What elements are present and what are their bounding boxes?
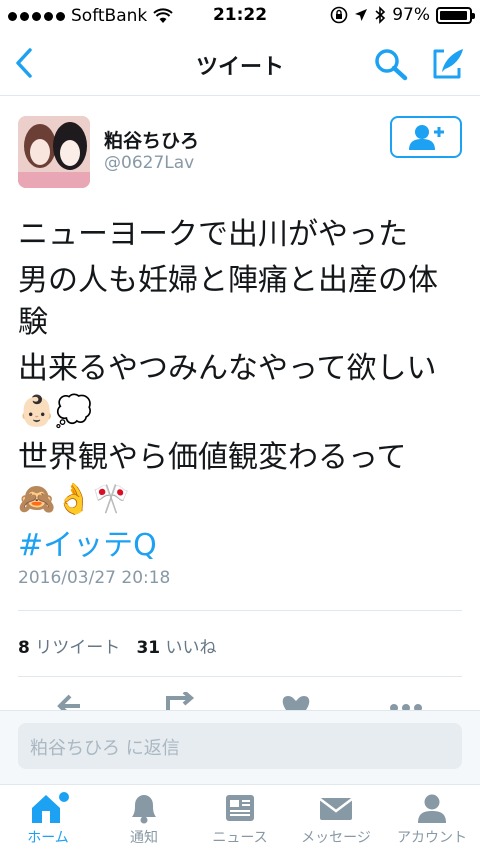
orientation-lock-icon: [330, 6, 348, 24]
like-count: 31: [136, 638, 161, 658]
location-icon: [355, 9, 368, 21]
tweet-line: 世界観やら価値観変わるって 🙈👌🎌: [18, 437, 462, 522]
tweet-line: ニューヨークで出川がやった: [18, 217, 408, 252]
add-user-icon: [409, 125, 444, 150]
tweet-text: ニューヨークで出川がやった 男の人も妊婦と陣痛と出産の体験 出来るやつみんなやっ…: [18, 214, 462, 571]
tab-home[interactable]: ホーム: [0, 791, 96, 847]
tab-messages[interactable]: メッセージ: [288, 791, 384, 847]
tweet-line: 男の人も妊婦と陣痛と出産の体験: [18, 263, 438, 340]
reply-icon[interactable]: [52, 692, 92, 712]
search-icon[interactable]: [372, 46, 410, 82]
divider: [18, 676, 462, 677]
like-label: いいね: [165, 638, 217, 658]
home-icon: [32, 792, 69, 823]
tab-bar: ホーム 通知 ニュース メッセージ アカウント: [0, 784, 480, 852]
bluetooth-icon: [375, 6, 386, 24]
navigation-bar: ツイート: [0, 32, 480, 96]
follow-button[interactable]: [390, 116, 462, 158]
tab-notifications[interactable]: 通知: [96, 791, 192, 847]
compose-tweet-icon[interactable]: [430, 46, 466, 82]
avatar-photo: [18, 116, 90, 188]
baby-thought-emoji: 👶🏻💭: [18, 393, 93, 429]
battery-icon: [436, 6, 475, 24]
reply-input[interactable]: 粕谷ちひろ に返信: [18, 723, 462, 769]
author-handle[interactable]: @0627Lav: [104, 153, 194, 173]
tweet-line: 出来るやつみんなやって欲しい👶🏻💭: [18, 348, 462, 433]
like-icon[interactable]: [276, 692, 316, 712]
tweet-timestamp: 2016/03/27 20:18: [18, 568, 171, 588]
bell-icon: [132, 795, 156, 824]
battery-percent: 97%: [392, 5, 430, 25]
person-icon: [418, 794, 446, 823]
avatar[interactable]: [18, 116, 90, 188]
hashtag-link[interactable]: #イッテQ: [18, 525, 462, 567]
tab-account[interactable]: アカウント: [384, 791, 480, 847]
divider: [18, 610, 462, 611]
tweet-stats[interactable]: 8 リツイート 31 いいね: [18, 633, 217, 658]
news-icon: [226, 795, 254, 821]
tweet-actions: [0, 692, 480, 712]
author-name[interactable]: 粕谷ちひろ: [104, 126, 199, 153]
monkey-ok-flags-emoji: 🙈👌🎌: [18, 482, 131, 517]
retweet-count: 8: [18, 638, 30, 658]
retweet-icon[interactable]: [160, 692, 200, 712]
retweet-label: リツイート: [35, 638, 121, 658]
tab-news[interactable]: ニュース: [192, 791, 288, 847]
envelope-icon: [319, 798, 353, 820]
more-icon[interactable]: [386, 692, 426, 712]
reply-bar: 粕谷ちひろ に返信: [0, 710, 480, 784]
status-bar: SoftBank 21:22 97%: [0, 0, 480, 32]
